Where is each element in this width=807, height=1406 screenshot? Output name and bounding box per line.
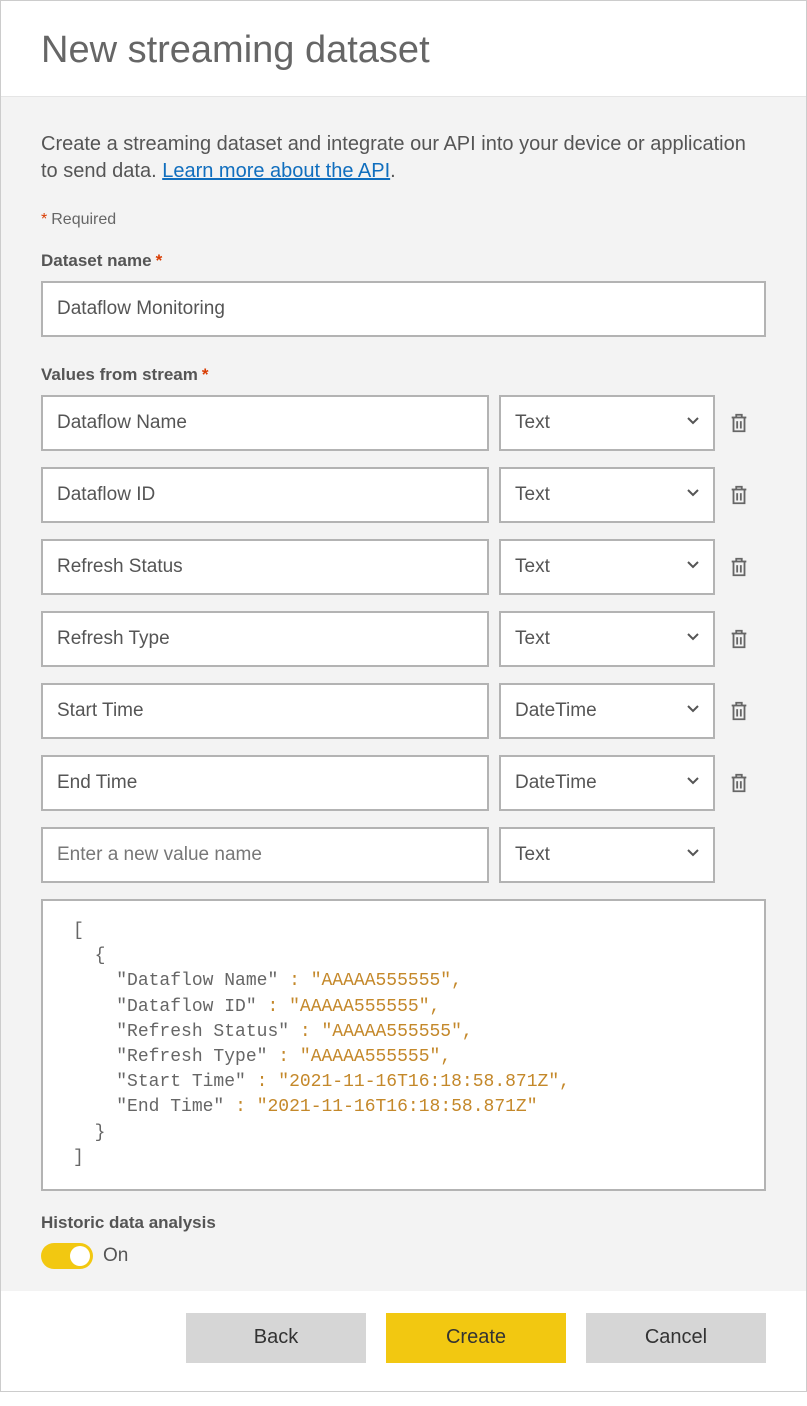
historic-toggle[interactable] xyxy=(41,1243,93,1269)
value-name-input[interactable] xyxy=(41,539,489,595)
value-name-input[interactable] xyxy=(41,467,489,523)
values-from-stream-field: Values from stream* Text Text Text Text Date… xyxy=(41,365,766,1269)
value-type-text: DateTime xyxy=(515,772,597,794)
back-button[interactable]: Back xyxy=(186,1313,366,1363)
chevron-down-icon xyxy=(685,772,701,794)
dialog-body: Create a streaming dataset and integrate… xyxy=(1,97,806,1291)
value-name-input[interactable] xyxy=(41,611,489,667)
trash-icon[interactable] xyxy=(725,769,753,797)
value-type-text: Text xyxy=(515,556,550,578)
trash-icon[interactable] xyxy=(725,553,753,581)
stream-value-row: Text xyxy=(41,539,766,595)
json-preview: [ { "Dataflow Name" : "AAAAA555555", "Da… xyxy=(41,899,766,1191)
chevron-down-icon xyxy=(685,628,701,650)
value-type-select[interactable]: Text xyxy=(499,611,715,667)
dialog-title: New streaming dataset xyxy=(41,29,766,72)
chevron-down-icon xyxy=(685,412,701,434)
trash-icon[interactable] xyxy=(725,409,753,437)
chevron-down-icon xyxy=(685,484,701,506)
value-name-input[interactable] xyxy=(41,683,489,739)
stream-value-new-row: Text xyxy=(41,827,766,883)
stream-value-row: Text xyxy=(41,395,766,451)
value-type-select[interactable]: Text xyxy=(499,467,715,523)
required-star-icon: * xyxy=(202,365,209,384)
new-streaming-dataset-dialog: New streaming dataset Create a streaming… xyxy=(0,0,807,1392)
toggle-knob xyxy=(70,1246,90,1266)
dialog-header: New streaming dataset xyxy=(1,1,806,97)
value-type-text: DateTime xyxy=(515,700,597,722)
value-type-select[interactable]: DateTime xyxy=(499,755,715,811)
chevron-down-icon xyxy=(685,556,701,578)
learn-more-link[interactable]: Learn more about the API xyxy=(162,160,390,182)
required-hint: *Required xyxy=(41,211,766,229)
value-type-select[interactable]: DateTime xyxy=(499,683,715,739)
new-value-type-select[interactable]: Text xyxy=(499,827,715,883)
chevron-down-icon xyxy=(685,844,701,866)
value-type-text: Text xyxy=(515,628,550,650)
stream-value-row: Text xyxy=(41,467,766,523)
required-star-icon: * xyxy=(156,251,163,270)
dataset-name-input[interactable] xyxy=(41,281,766,337)
trash-icon[interactable] xyxy=(725,625,753,653)
dataset-name-label: Dataset name* xyxy=(41,251,766,271)
value-name-input[interactable] xyxy=(41,395,489,451)
stream-value-row: Text xyxy=(41,611,766,667)
stream-value-rows: Text Text Text Text DateTime DateTime Text xyxy=(41,395,766,883)
value-type-select[interactable]: Text xyxy=(499,395,715,451)
values-from-stream-label: Values from stream* xyxy=(41,365,766,385)
value-type-text: Text xyxy=(515,844,550,866)
trash-icon[interactable] xyxy=(725,481,753,509)
historic-toggle-state: On xyxy=(103,1245,128,1267)
historic-toggle-row: On xyxy=(41,1243,766,1269)
value-name-input[interactable] xyxy=(41,755,489,811)
value-type-text: Text xyxy=(515,484,550,506)
value-type-text: Text xyxy=(515,412,550,434)
trash-icon[interactable] xyxy=(725,697,753,725)
stream-value-row: DateTime xyxy=(41,683,766,739)
dialog-footer: Back Create Cancel xyxy=(1,1291,806,1391)
dataset-name-field: Dataset name* xyxy=(41,251,766,337)
create-button[interactable]: Create xyxy=(386,1313,566,1363)
stream-value-row: DateTime xyxy=(41,755,766,811)
intro-text: Create a streaming dataset and integrate… xyxy=(41,131,766,185)
chevron-down-icon xyxy=(685,700,701,722)
historic-data-analysis-label: Historic data analysis xyxy=(41,1213,766,1233)
new-value-name-input[interactable] xyxy=(41,827,489,883)
cancel-button[interactable]: Cancel xyxy=(586,1313,766,1363)
required-star-icon: * xyxy=(41,211,47,228)
value-type-select[interactable]: Text xyxy=(499,539,715,595)
